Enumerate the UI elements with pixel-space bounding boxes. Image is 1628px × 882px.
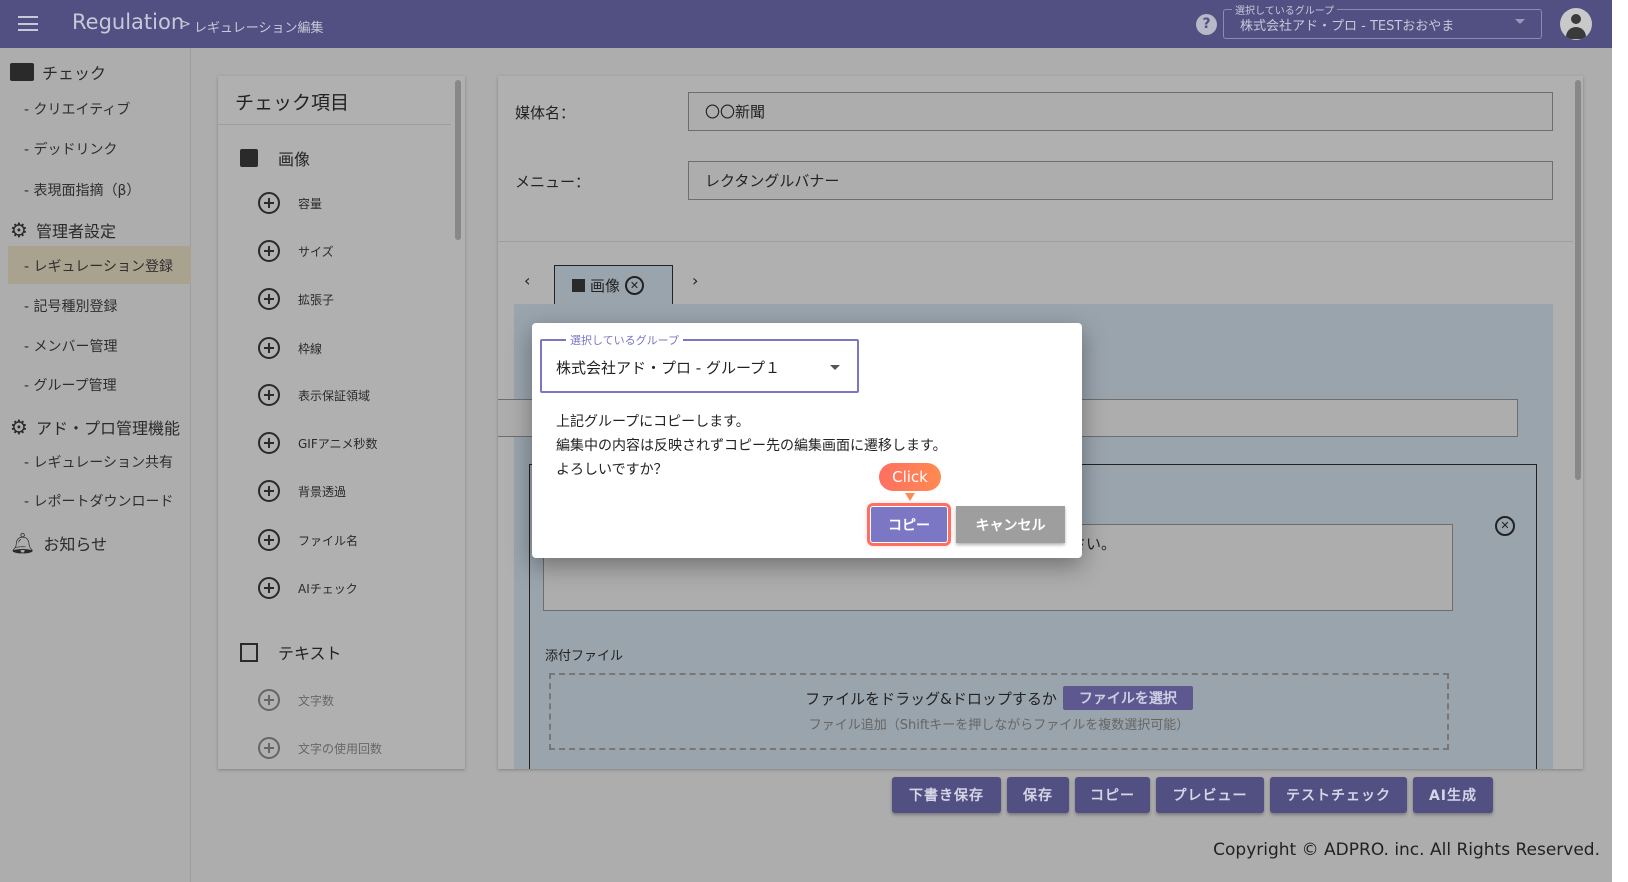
gear-icon: ⚙ bbox=[10, 218, 28, 242]
sidebar-item-report[interactable]: - レポートダウンロード bbox=[24, 491, 174, 511]
add-circle-icon bbox=[258, 529, 280, 551]
check-item[interactable]: 枠線 bbox=[258, 337, 322, 359]
sidebar-item-symbol[interactable]: - 記号種別登録 bbox=[24, 296, 118, 316]
breadcrumb-page: レギュレーション編集 bbox=[194, 21, 324, 36]
add-circle-icon bbox=[258, 737, 280, 759]
sidebar-section-news[interactable]: 🔔︎ お知らせ bbox=[10, 531, 107, 555]
group-select[interactable]: 選択しているグループ 株式会社アド・プロ - TESTおおやま bbox=[1223, 2, 1542, 39]
dialog-cancel-button[interactable]: キャンセル bbox=[956, 506, 1065, 543]
save-draft-button[interactable]: 下書き保存 bbox=[892, 777, 1001, 813]
document-icon bbox=[240, 642, 258, 662]
gear-icon: ⚙ bbox=[10, 415, 28, 439]
app-header: Regulation > レギュレーション編集 ? 選択しているグループ 株式会… bbox=[0, 0, 1612, 48]
add-circle-icon bbox=[258, 240, 280, 262]
sidebar-item-deadlink[interactable]: - デッドリンク bbox=[24, 139, 118, 159]
save-button[interactable]: 保存 bbox=[1007, 777, 1069, 813]
check-item[interactable]: 文字の使用回数 bbox=[258, 737, 382, 759]
sidebar-item-expression[interactable]: - 表現面指摘（β） bbox=[24, 180, 140, 200]
breadcrumb-separator: > bbox=[180, 17, 191, 32]
sidebar-section-check[interactable]: チェック bbox=[10, 60, 106, 84]
close-circle-icon[interactable]: ✕ bbox=[625, 276, 645, 295]
dialog-select-value: 株式会社アド・プロ - グループ１ bbox=[556, 359, 781, 377]
sidebar-section-admin[interactable]: ⚙ 管理者設定 bbox=[10, 218, 116, 242]
dialog-group-select[interactable]: 選択しているグループ 株式会社アド・プロ - グループ１ bbox=[540, 332, 859, 393]
preview-button[interactable]: プレビュー bbox=[1156, 777, 1264, 813]
sidebar-item-regulation-register[interactable]: - レギュレーション登録 bbox=[24, 256, 173, 276]
drop-hint: ファイル追加（Shiftキーを押しながらファイルを複数選択可能） bbox=[808, 718, 1190, 733]
image-icon bbox=[572, 279, 585, 292]
check-item[interactable]: 背景透過 bbox=[258, 480, 346, 502]
check-item[interactable]: サイズ bbox=[258, 240, 334, 262]
add-circle-icon bbox=[258, 689, 280, 711]
check-item[interactable]: 容量 bbox=[258, 192, 322, 214]
menu-icon[interactable] bbox=[18, 16, 38, 31]
click-hint-arrow bbox=[905, 493, 915, 501]
chevron-down-icon bbox=[830, 365, 840, 370]
bell-icon: 🔔︎ bbox=[10, 531, 36, 555]
check-item[interactable]: ファイル名 bbox=[258, 529, 358, 551]
copy-dialog: 選択しているグループ 株式会社アド・プロ - グループ１ 上記グループにコピーし… bbox=[532, 323, 1082, 558]
attach-label: 添付ファイル bbox=[545, 649, 624, 664]
add-circle-icon bbox=[258, 432, 280, 454]
check-item[interactable]: 文字数 bbox=[258, 689, 334, 711]
tab-image[interactable]: 画像 ✕ bbox=[554, 265, 673, 305]
tab-next-button[interactable]: › bbox=[692, 271, 698, 290]
check-item[interactable]: 拡張子 bbox=[258, 288, 334, 310]
tab-prev-button[interactable]: ‹ bbox=[524, 271, 530, 290]
sidebar-item-regulation-share[interactable]: - レギュレーション共有 bbox=[24, 452, 173, 472]
media-input[interactable]: 〇〇新聞 bbox=[688, 92, 1553, 131]
sidebar: チェック - クリエイティブ - デッドリンク - 表現面指摘（β） ⚙ 管理者設… bbox=[0, 48, 191, 882]
select-file-button[interactable]: ファイルを選択 bbox=[1062, 686, 1193, 710]
check-item[interactable]: AIチェック bbox=[258, 577, 358, 599]
remove-circle-icon[interactable]: ✕ bbox=[1495, 516, 1515, 536]
image-icon bbox=[240, 149, 258, 167]
check-items-title: チェック項目 bbox=[235, 92, 350, 114]
scrollbar[interactable] bbox=[455, 80, 461, 240]
image-section[interactable]: 画像 bbox=[240, 146, 310, 170]
help-icon[interactable]: ? bbox=[1196, 14, 1217, 35]
check-item[interactable]: GIFアニメ秒数 bbox=[258, 432, 378, 454]
media-label: 媒体名： bbox=[515, 104, 576, 122]
dialog-copy-button[interactable]: コピー bbox=[867, 503, 951, 546]
add-circle-icon bbox=[258, 577, 280, 599]
avatar[interactable] bbox=[1560, 8, 1592, 40]
sidebar-section-adpro[interactable]: ⚙ アド・プロ管理機能 bbox=[10, 415, 180, 439]
sidebar-item-creative[interactable]: - クリエイティブ bbox=[24, 99, 130, 119]
add-circle-icon bbox=[258, 337, 280, 359]
app-title[interactable]: Regulation bbox=[72, 10, 184, 34]
copy-button[interactable]: コピー bbox=[1075, 777, 1150, 813]
add-circle-icon bbox=[258, 480, 280, 502]
menu-input[interactable]: レクタングルバナー bbox=[688, 161, 1553, 200]
folder-search-icon bbox=[10, 63, 34, 81]
file-dropzone[interactable]: ファイルをドラッグ&ドロップするか ファイルを選択 ファイル追加（Shiftキーを… bbox=[549, 673, 1449, 750]
text-section[interactable]: テキスト bbox=[240, 640, 342, 664]
click-hint-bubble: Click bbox=[879, 463, 941, 491]
test-check-button[interactable]: テストチェック bbox=[1270, 777, 1407, 813]
dialog-select-label: 選択しているグループ bbox=[566, 332, 684, 348]
check-item[interactable]: 表示保証領域 bbox=[258, 384, 370, 406]
check-items-panel: チェック項目 画像 容量 サイズ 拡張子 枠線 表示保証領域 GIFアニメ秒数 … bbox=[218, 76, 465, 769]
chevron-down-icon bbox=[1515, 19, 1525, 24]
add-circle-icon bbox=[258, 288, 280, 310]
scrollbar[interactable] bbox=[1575, 80, 1581, 480]
group-select-value: 株式会社アド・プロ - TESTおおやま bbox=[1240, 19, 1455, 34]
sidebar-item-group[interactable]: - グループ管理 bbox=[24, 375, 117, 395]
menu-label: メニュー： bbox=[515, 173, 591, 191]
sidebar-item-member[interactable]: - メンバー管理 bbox=[24, 336, 118, 356]
add-circle-icon bbox=[258, 192, 280, 214]
ai-generate-button[interactable]: AI生成 bbox=[1413, 777, 1493, 813]
copyright: Copyright © ADPRO. inc. All Rights Reser… bbox=[1213, 840, 1600, 860]
add-circle-icon bbox=[258, 384, 280, 406]
